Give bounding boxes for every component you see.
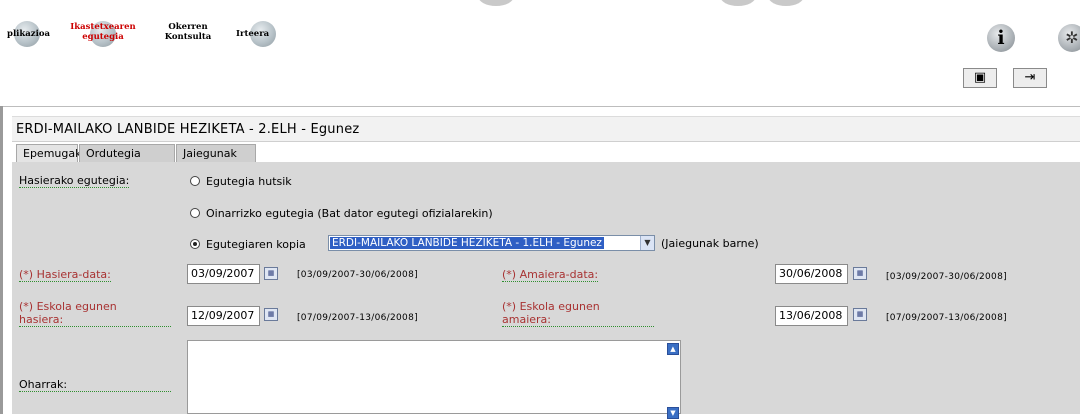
amaiera-data-range: [03/09/2007-30/06/2008]: [886, 272, 1007, 282]
label-line: (*) Eskola egunen: [19, 300, 117, 313]
nav-item-aplikazioa[interactable]: plikazioa: [0, 14, 60, 54]
info-icon[interactable]: i: [987, 24, 1015, 52]
option-label: Egutegiaren kopia: [206, 237, 306, 251]
hasiera-data-label: (*) Hasiera-data:: [19, 268, 111, 282]
label-line: (*) Eskola egunen: [502, 300, 600, 313]
option-egutegia-hutsik[interactable]: Egutegia hutsik: [190, 173, 292, 189]
hasiera-data-input[interactable]: 03/09/2007: [187, 264, 260, 284]
tab-ordutegia[interactable]: Ordutegia: [79, 144, 175, 163]
oharrak-textarea[interactable]: ▲ ▼: [187, 340, 681, 419]
header-divider: [3, 106, 1080, 107]
radio-button[interactable]: [190, 208, 200, 218]
eskola-amaiera-range: [07/09/2007-13/06/2008]: [886, 313, 1007, 323]
jaiegunak-barne-note: (Jaiegunak barne): [661, 237, 759, 250]
calendar-icon[interactable]: ▦: [264, 308, 278, 321]
option-label: Oinarrizko egutegia (Bat dator egutegi o…: [206, 206, 493, 220]
nav-item-okerren-kontsulta[interactable]: Okerren Kontsulta: [160, 14, 220, 54]
nav-label: Ikastetxearen egutegia: [70, 22, 136, 42]
decorative-shape: [768, 0, 804, 6]
eskola-hasiera-range: [07/09/2007-13/06/2008]: [297, 313, 418, 323]
calendar-icon[interactable]: ▦: [853, 267, 867, 280]
nav-item-ikastetxearen-egutegia[interactable]: Ikastetxearen egutegia: [66, 14, 146, 54]
scroll-down-icon[interactable]: ▼: [667, 407, 679, 419]
calendar-icon[interactable]: ▦: [853, 308, 867, 321]
top-navigation: plikazioa Ikastetxearen egutegia Okerren…: [0, 0, 1080, 106]
nav-label: Irteera: [236, 29, 270, 39]
hasiera-data-range: [03/09/2007-30/06/2008]: [297, 270, 418, 280]
save-button[interactable]: ▣: [963, 68, 997, 88]
tab-epemugak[interactable]: Epemugak: [16, 144, 81, 163]
option-label: Egutegia hutsik: [206, 174, 292, 188]
gear-icon[interactable]: ✲: [1058, 24, 1080, 52]
floppy-disk-icon: ▣: [973, 70, 987, 85]
nav-item-irteera[interactable]: Irteera: [232, 14, 282, 54]
oharrak-label: Oharrak:: [19, 378, 171, 392]
eskola-amaiera-input[interactable]: 13/06/2008: [775, 306, 848, 326]
eskola-amaiera-label: (*) Eskola egunen amaiera:: [502, 300, 654, 327]
decorative-shape: [478, 0, 514, 6]
radio-button-selected[interactable]: [190, 239, 200, 249]
tab-jaiegunak[interactable]: Jaiegunak: [176, 144, 256, 163]
chevron-down-icon[interactable]: ▼: [640, 236, 654, 250]
label-line: amaiera:: [502, 313, 551, 326]
option-egutegiaren-kopia[interactable]: Egutegiaren kopia: [190, 236, 306, 252]
calendar-copy-select[interactable]: ERDI-MAILAKO LANBIDE HEZIKETA - 1.ELH - …: [328, 235, 655, 251]
page-title: ERDI-MAILAKO LANBIDE HEZIKETA - 2.ELH - …: [12, 116, 1080, 142]
exit-button[interactable]: ⇥: [1013, 68, 1047, 88]
exit-door-icon: ⇥: [1024, 70, 1036, 85]
hasierako-egutegia-label: Hasierako egutegia:: [19, 174, 130, 188]
decorative-shape: [720, 0, 756, 6]
amaiera-data-label: (*) Amaiera-data:: [502, 268, 599, 282]
nav-label: plikazioa: [7, 29, 51, 39]
eskola-hasiera-label: (*) Eskola egunen hasiera:: [19, 300, 171, 327]
scroll-up-icon[interactable]: ▲: [667, 343, 679, 355]
label-line: hasiera:: [19, 313, 64, 326]
select-value: ERDI-MAILAKO LANBIDE HEZIKETA - 1.ELH - …: [330, 237, 604, 249]
radio-button[interactable]: [190, 176, 200, 186]
nav-label: Okerren Kontsulta: [164, 22, 212, 42]
amaiera-data-input[interactable]: 30/06/2008: [775, 264, 848, 284]
eskola-hasiera-input[interactable]: 12/09/2007: [187, 306, 260, 326]
option-oinarrizko-egutegia[interactable]: Oinarrizko egutegia (Bat dator egutegi o…: [190, 205, 493, 221]
calendar-icon[interactable]: ▦: [264, 267, 278, 280]
